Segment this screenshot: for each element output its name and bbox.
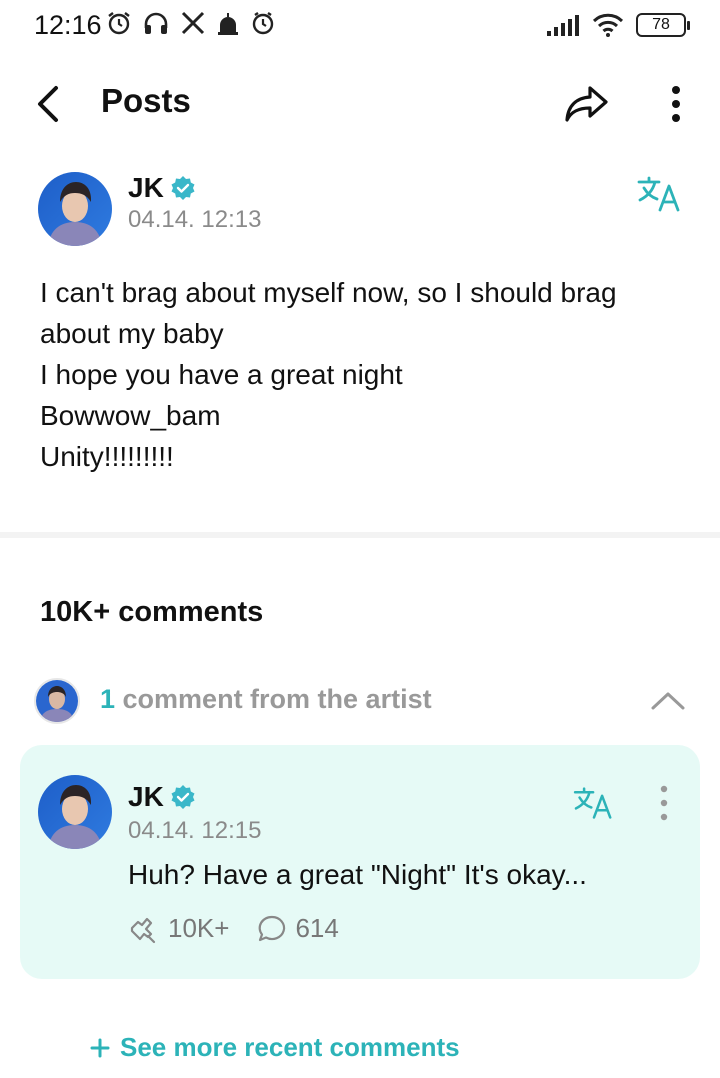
page-title: Posts <box>101 82 191 119</box>
comment-more-icon[interactable] <box>652 783 676 823</box>
comment-author-name: JK <box>128 781 164 812</box>
post-line: Bowwow_bam <box>40 400 221 431</box>
headphones-icon <box>144 12 168 34</box>
alarm-icon <box>108 12 130 35</box>
see-more-comments-link[interactable]: See more recent comments <box>90 1032 460 1063</box>
section-divider <box>0 532 720 538</box>
reply-count: 614 <box>295 913 339 943</box>
battery-level: 78 <box>652 16 670 33</box>
post-author[interactable]: JK <box>128 172 196 204</box>
comment-bubble-icon <box>259 915 286 941</box>
artist-comment-summary: 1 comment from the artist <box>100 684 432 715</box>
post-line: Unity!!!!!!!!! <box>40 441 174 472</box>
header: Posts <box>0 70 720 138</box>
clock-icon <box>252 12 274 35</box>
artist-avatar <box>34 678 80 724</box>
back-button[interactable] <box>30 82 70 126</box>
more-options-button[interactable] <box>660 82 692 126</box>
verified-badge-icon <box>171 785 195 809</box>
post-body: I can't brag about myself now, so I shou… <box>40 272 690 477</box>
reply-button[interactable]: 614 <box>257 913 339 944</box>
share-button[interactable] <box>562 82 612 126</box>
post-timestamp: 04.14. 12:13 <box>128 206 262 233</box>
artist-comments-toggle[interactable]: 1 comment from the artist <box>30 676 690 724</box>
signal-icon <box>547 15 579 36</box>
status-bar: 12:16 78 <box>0 0 720 54</box>
like-button[interactable]: 10K+ <box>128 913 229 944</box>
like-count: 10K+ <box>168 913 230 943</box>
artist-comment-card: JK 04.14. 12:15 Huh? Have a great "Night… <box>20 745 700 979</box>
comment-author-avatar[interactable] <box>38 775 112 849</box>
translate-icon[interactable] <box>636 174 684 214</box>
status-time: 12:16 <box>34 10 102 40</box>
wifi-icon <box>592 13 624 37</box>
status-icons-left <box>106 10 276 36</box>
battery-icon: 78 <box>636 13 690 37</box>
verified-badge-icon <box>171 176 195 200</box>
author-avatar[interactable] <box>38 172 112 246</box>
translate-icon[interactable] <box>572 785 616 821</box>
plus-icon <box>90 1038 110 1057</box>
comment-author[interactable]: JK <box>128 781 196 813</box>
see-more-label: See more recent comments <box>120 1032 460 1062</box>
comment-text: Huh? Have a great "Night" It's okay... <box>128 859 587 890</box>
post-line: I can't brag about myself now, so I shou… <box>40 277 617 308</box>
post-author-name: JK <box>128 172 164 203</box>
post-line: about my baby <box>40 318 224 349</box>
comments-count: 10K+ comments <box>40 596 264 628</box>
chevron-up-icon[interactable] <box>648 684 688 716</box>
artist-comment-count: 1 <box>100 684 116 714</box>
mosque-icon <box>218 13 238 35</box>
like-icon <box>130 917 156 943</box>
post-line: I hope you have a great night <box>40 359 403 390</box>
artist-comment-label: comment from the artist <box>115 684 432 714</box>
comment-timestamp: 04.14. 12:15 <box>128 817 262 844</box>
comment-actions: 10K+ 614 <box>128 913 339 944</box>
status-icons-right: 78 <box>546 12 690 38</box>
x-app-icon <box>181 11 205 35</box>
